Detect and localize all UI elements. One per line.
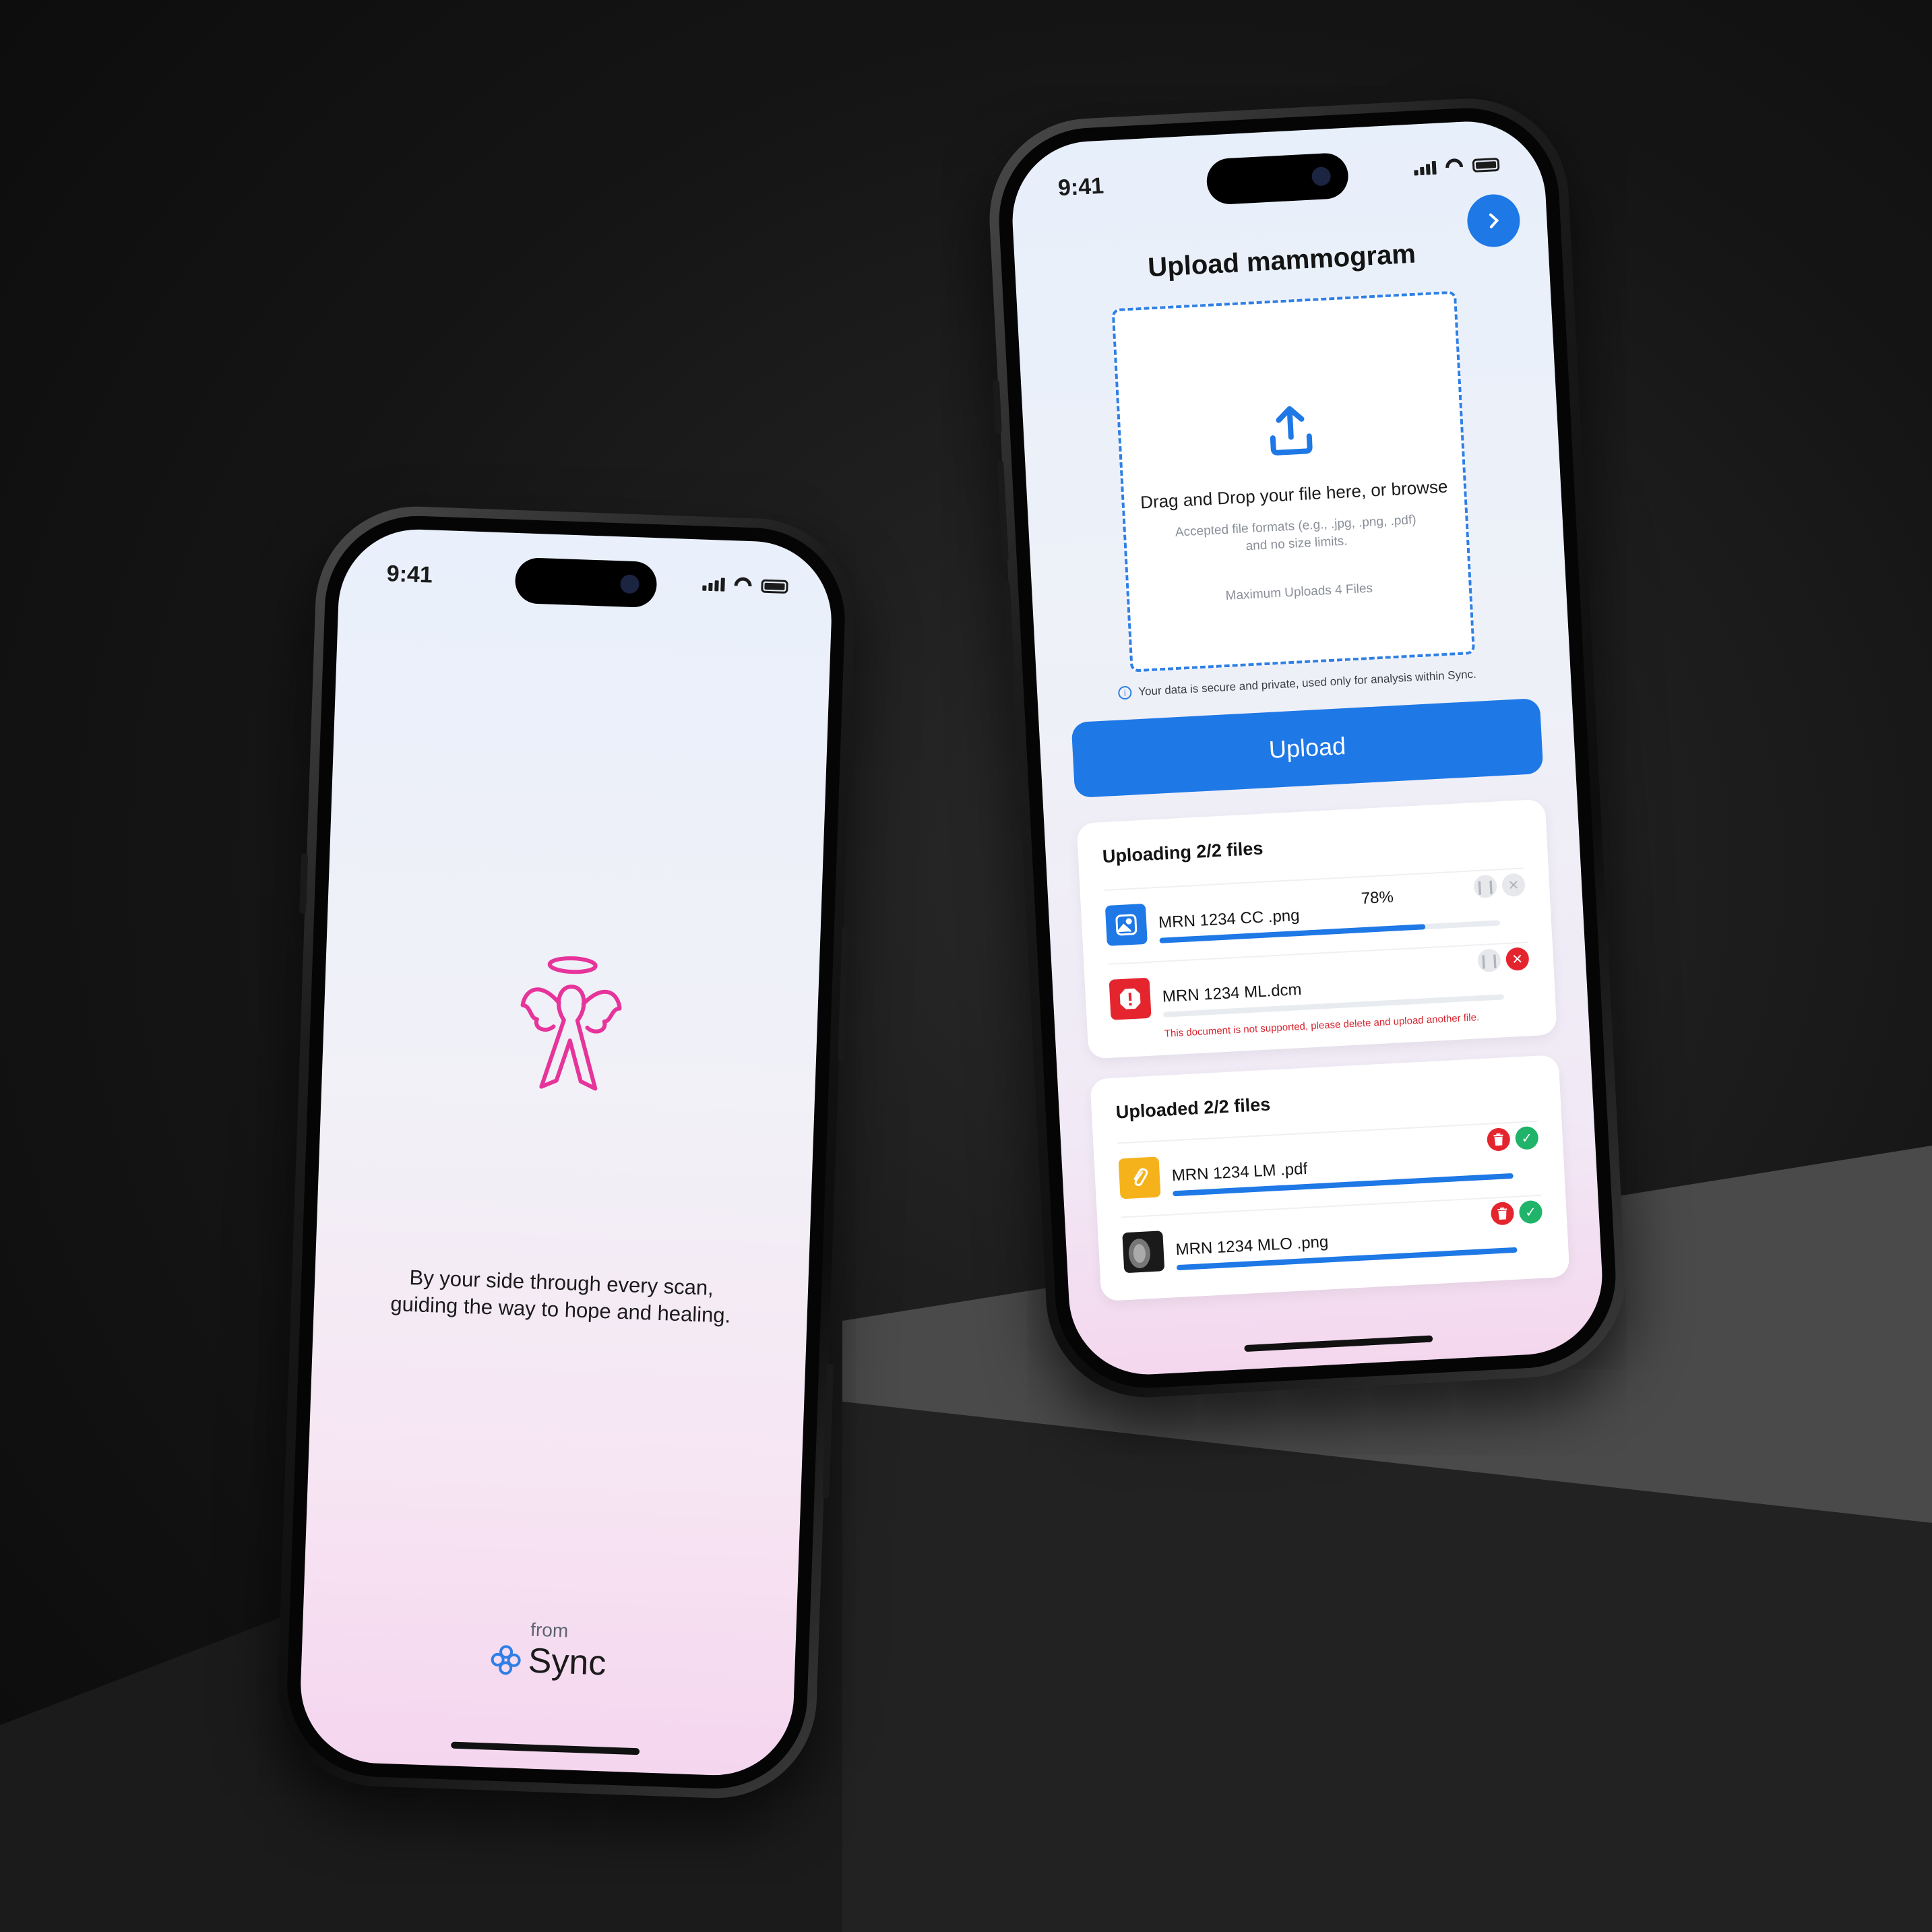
brand-name: Sync [527, 1641, 607, 1683]
signal-icon [1414, 160, 1437, 176]
info-icon: i [1117, 685, 1132, 700]
file-name: MRN 1234 LM .pdf [1171, 1159, 1308, 1185]
status-icons [702, 576, 788, 594]
row-actions: ❙❙ ✕ [1473, 873, 1526, 899]
phone-splash: 9:41 By your side through every scan, gu… [274, 503, 858, 1802]
error-message: This document is not supported, please d… [1164, 1011, 1480, 1040]
wifi-icon [733, 577, 753, 592]
battery-icon [1472, 157, 1500, 173]
row-actions: ✓ [1490, 1199, 1543, 1226]
chevron-right-icon [1489, 213, 1499, 228]
dropzone-formats: Accepted file formats (e.g., .jpg, .png,… [1152, 510, 1439, 560]
tagline: By your side through every scan, guiding… [313, 1261, 808, 1332]
list-item: MRN 1234 MLO .png ✓ [1121, 1194, 1545, 1286]
cancel-button[interactable]: ✕ [1501, 873, 1526, 898]
privacy-text: Your data is secure and private, used on… [1138, 667, 1477, 698]
uploaded-card: Uploaded 2/2 files MRN 1234 LM .pdf ✓ MR… [1090, 1055, 1570, 1302]
privacy-note: i Your data is secure and private, used … [1117, 665, 1530, 700]
dynamic-island [514, 557, 658, 609]
phone-upload: 9:41 Upload mammogram Drag and Drop your… [984, 93, 1631, 1403]
file-name: MRN 1234 MLO .png [1175, 1233, 1329, 1259]
brand-footer: from Sync [301, 1611, 797, 1690]
image-icon [1104, 903, 1148, 946]
pause-button[interactable]: ❙❙ [1473, 874, 1497, 899]
error-icon [1109, 977, 1152, 1020]
paperclip-icon [1118, 1156, 1161, 1199]
upload-screen: 9:41 Upload mammogram Drag and Drop your… [1008, 117, 1607, 1379]
uploading-card: Uploading 2/2 files MRN 1234 CC .png 78%… [1076, 799, 1557, 1059]
file-percent: 78% [1361, 887, 1394, 908]
row-actions: ✓ [1486, 1125, 1539, 1152]
status-time: 9:41 [386, 561, 433, 588]
home-indicator[interactable] [451, 1741, 640, 1755]
status-time: 9:41 [1057, 173, 1104, 201]
dynamic-island [1206, 152, 1350, 206]
trash-icon [1497, 1207, 1507, 1220]
check-icon: ✓ [1514, 1125, 1539, 1150]
wifi-icon [1444, 158, 1465, 175]
angel-ribbon-icon [520, 956, 622, 1091]
check-icon: ✓ [1518, 1199, 1543, 1224]
status-icons [1414, 156, 1500, 176]
dropzone-max-uploads: Maximum Uploads 4 Files [1225, 581, 1373, 604]
trash-icon [1493, 1133, 1503, 1146]
uploaded-title: Uploaded 2/2 files [1115, 1094, 1271, 1123]
file-name: MRN 1234 CC .png [1158, 906, 1301, 932]
dropzone-instruction[interactable]: Drag and Drop your file here, or browse [1124, 475, 1464, 513]
page-title: Upload mammogram [1147, 239, 1416, 283]
pause-button[interactable]: ❙❙ [1477, 948, 1501, 973]
row-actions: ❙❙ ✕ [1477, 947, 1530, 973]
list-item: MRN 1234 ML.dcm This document is not sup… [1108, 941, 1532, 1040]
uploading-title: Uploading 2/2 files [1102, 838, 1264, 867]
file-name: MRN 1234 ML.dcm [1162, 980, 1303, 1006]
mammogram-thumbnail [1122, 1230, 1165, 1274]
home-indicator[interactable] [1244, 1335, 1433, 1352]
delete-button[interactable] [1490, 1201, 1515, 1226]
battery-icon [761, 579, 788, 594]
upload-icon [1270, 406, 1313, 456]
signal-icon [702, 578, 725, 592]
file-dropzone[interactable]: Drag and Drop your file here, or browse … [1111, 290, 1476, 673]
splash-screen: 9:41 By your side through every scan, gu… [298, 526, 834, 1778]
sync-logo-icon [491, 1645, 521, 1675]
scene: 9:41 By your side through every scan, gu… [0, 0, 1932, 1932]
delete-button[interactable] [1486, 1127, 1511, 1152]
remove-button[interactable]: ✕ [1505, 947, 1530, 971]
side-button [299, 853, 309, 914]
upload-button[interactable]: Upload [1071, 697, 1544, 799]
